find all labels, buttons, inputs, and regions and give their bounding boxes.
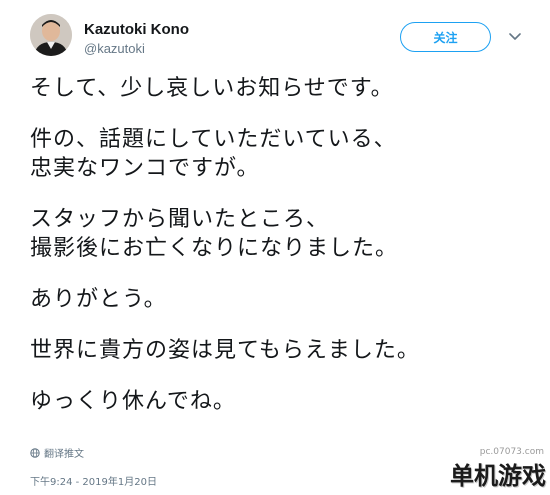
tweet-timestamp[interactable]: 下午9:24 - 2019年1月20日	[30, 473, 157, 488]
user-handle[interactable]: @kazutoki	[84, 41, 145, 56]
tweet-line: スタッフから聞いたところ、	[30, 207, 330, 232]
tweet-paragraph: ゆっくり休んでね。	[30, 387, 530, 416]
translate-label: 翻译推文	[44, 449, 84, 460]
tweet-paragraph: 件の、話題にしていただいている、 忠実なワンコですが。	[30, 125, 530, 183]
tweet-card: Kazutoki Kono @kazutoki 关注 そして、少し哀しいお知らせ…	[0, 0, 550, 495]
user-display-name[interactable]: Kazutoki Kono	[84, 21, 189, 38]
watermark-text: 单机游戏	[450, 462, 546, 490]
translate-tweet-link[interactable]: 翻译推文	[30, 445, 84, 460]
tweet-line: 撮影後にお亡くなりになりました。	[30, 236, 399, 261]
profile-photo	[30, 14, 72, 56]
tweet-paragraph: そして、少し哀しいお知らせです。	[30, 74, 530, 103]
tweet-paragraph: ありがとう。	[30, 285, 530, 314]
tweet-line: 世界に貴方の姿は見てもらえました。	[30, 338, 420, 363]
site-watermark-logo: pc.07073.com 单机游戏	[415, 445, 550, 495]
tweet-text: そして、少し哀しいお知らせです。 件の、話題にしていただいている、 忠実なワンコです…	[30, 74, 530, 438]
tweet-line: ゆっくり休んでね。	[30, 389, 236, 414]
follow-button[interactable]: 关注	[400, 22, 491, 52]
tweet-paragraph: スタッフから聞いたところ、撮影後にお亡くなりになりました。	[30, 205, 530, 263]
tweet-line: ありがとう。	[30, 287, 167, 312]
tweet-line: 件の、話題にしていただいている、	[30, 127, 397, 152]
tweet-line: 忠実なワンコですが。	[30, 156, 260, 181]
tweet-paragraph: 世界に貴方の姿は見てもらえました。	[30, 336, 530, 365]
chevron-down-icon[interactable]	[508, 30, 522, 44]
tweet-line: そして、少し哀しいお知らせです。	[30, 76, 394, 101]
globe-icon	[30, 447, 40, 458]
avatar[interactable]	[30, 14, 72, 56]
